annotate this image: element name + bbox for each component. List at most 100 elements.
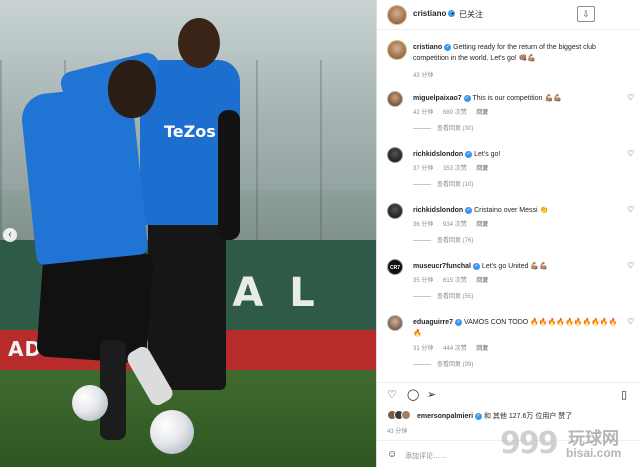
- avatar[interactable]: [387, 40, 407, 60]
- verified-badge-icon: ✓: [455, 318, 463, 326]
- view-replies-button[interactable]: 查看回复 (76): [413, 235, 473, 244]
- player-right-legs: [148, 220, 226, 390]
- verified-badge-icon: ✓: [465, 150, 473, 158]
- player-left-leg: [100, 340, 126, 440]
- comment-item: richkidslondon ✓ Let's go! 37 分钟 353 次赞 回…: [377, 147, 640, 203]
- comment-like-heart-icon[interactable]: ♡: [627, 317, 634, 326]
- view-replies-line: [413, 239, 431, 241]
- liker-username[interactable]: emersonpalmieri: [417, 413, 473, 420]
- site-watermark: 999 玩球网 bisai.com: [500, 422, 640, 467]
- comment-meta: 36 分钟 934 次赞 回复: [413, 219, 496, 228]
- likes-summary: emersonpalmieri ✓ 和 其他 127.6万 位用户 赞了: [387, 410, 637, 422]
- comment-meta: 37 分钟 353 次赞 回复: [413, 163, 496, 172]
- player-right-head: [178, 18, 220, 68]
- comment-item: miguelpaixao7 ✓ This is our competition 💪…: [377, 91, 640, 147]
- comment-like-heart-icon[interactable]: ♡: [627, 205, 634, 214]
- comment-input[interactable]: 添加评论……: [405, 451, 447, 461]
- reply-button[interactable]: 回复: [476, 346, 488, 352]
- following-status-button[interactable]: 已关注: [459, 9, 483, 20]
- comment-text: richkidslondon ✓ Let's go!: [413, 149, 621, 160]
- avatar[interactable]: [387, 5, 407, 25]
- view-replies-button[interactable]: 查看回复 (10): [413, 179, 473, 188]
- comment-meta: 42 分钟 680 次赞 回复: [413, 107, 496, 116]
- view-replies-button[interactable]: 查看回复 (55): [413, 291, 473, 300]
- post-header: cristiano ✓ • 已关注 ⇩: [377, 0, 640, 30]
- reply-button[interactable]: 回复: [476, 222, 488, 228]
- post-time: 43 分钟: [387, 429, 408, 435]
- comment-text: richkidslondon ✓ Cristaino over Messi 👏: [413, 205, 621, 216]
- caption-username[interactable]: cristiano: [413, 44, 442, 51]
- avatar[interactable]: [387, 147, 403, 163]
- comment-likes[interactable]: 934 次赞: [443, 222, 467, 228]
- verified-badge-icon: ✓: [465, 206, 473, 214]
- comment-like-heart-icon[interactable]: ♡: [627, 93, 634, 102]
- reply-button[interactable]: 回复: [476, 278, 488, 284]
- post-photo[interactable]: B A L ADIDAS.COM TeZos ‹: [0, 0, 376, 467]
- verified-badge-icon: ✓: [472, 262, 480, 270]
- like-heart-icon[interactable]: ♡: [387, 388, 397, 401]
- comment-bubble-icon[interactable]: ◯: [407, 388, 419, 401]
- comment-item: richkidslondon ✓ Cristaino over Messi 👏 3…: [377, 203, 640, 259]
- comment-time: 35 分钟: [413, 278, 434, 284]
- reply-button[interactable]: 回复: [476, 166, 488, 172]
- view-replies-line: [413, 183, 431, 185]
- comment-meta: 35 分钟 615 次赞 回复: [413, 275, 496, 284]
- comment-body: This is our competition 💪🏽💪🏽: [472, 95, 562, 102]
- likes-text[interactable]: emersonpalmieri ✓ 和 其他 127.6万 位用户 赞了: [417, 411, 572, 421]
- view-replies-line: [413, 127, 431, 129]
- caption-text: cristiano ✓ Getting ready for the return …: [413, 42, 627, 64]
- avatar[interactable]: CR7: [387, 259, 403, 275]
- comment-text: eduaguirre7 ✓ VAMOS CON TODO 🔥🔥🔥🔥🔥🔥🔥🔥🔥🔥🔥: [413, 317, 621, 339]
- watermark-number: 999: [500, 426, 559, 461]
- emoji-icon[interactable]: ☺: [387, 449, 397, 460]
- comment-username[interactable]: richkidslondon: [413, 207, 463, 214]
- player-left-head: [108, 60, 156, 118]
- comment-time: 36 分钟: [413, 222, 434, 228]
- post-side-panel: cristiano ✓ • 已关注 ⇩ cristiano ✓ Getting re…: [376, 0, 640, 467]
- comment-username[interactable]: miguelpaixao7: [413, 95, 462, 102]
- comment-text: miguelpaixao7 ✓ This is our competition 💪…: [413, 93, 621, 104]
- comment-like-heart-icon[interactable]: ♡: [627, 149, 634, 158]
- comment-body: Cristaino over Messi 👏: [474, 207, 549, 214]
- player-left-shorts: [36, 246, 154, 364]
- comment-username[interactable]: eduaguirre7: [413, 319, 453, 326]
- avatar: [401, 410, 411, 420]
- caption-time: 43 分钟: [413, 73, 434, 79]
- comment-likes[interactable]: 353 次赞: [443, 166, 467, 172]
- avatar[interactable]: [387, 91, 403, 107]
- divider: [377, 382, 640, 383]
- comment-username[interactable]: richkidslondon: [413, 151, 463, 158]
- view-replies-line: [413, 295, 431, 297]
- comment-like-heart-icon[interactable]: ♡: [627, 261, 634, 270]
- verified-badge-icon: ✓: [475, 412, 483, 420]
- comment-likes[interactable]: 444 次赞: [443, 346, 467, 352]
- avatar[interactable]: [387, 203, 403, 219]
- view-replies-button[interactable]: 查看回复 (30): [413, 123, 473, 132]
- share-paper-plane-icon[interactable]: ➢: [427, 388, 436, 401]
- separator-dot: •: [451, 9, 454, 18]
- jersey-sponsor: TeZos: [164, 122, 216, 141]
- football-icon: [150, 410, 194, 454]
- verified-badge-icon: ✓: [463, 94, 471, 102]
- verified-badge-icon: ✓: [444, 43, 452, 51]
- view-replies-button[interactable]: 查看回复 (39): [413, 359, 473, 368]
- comment-likes[interactable]: 615 次赞: [443, 278, 467, 284]
- header-username[interactable]: cristiano ✓: [413, 9, 456, 18]
- reply-button[interactable]: 回复: [476, 110, 488, 116]
- comment-likes[interactable]: 680 次赞: [443, 110, 467, 116]
- post-actions: ♡ ◯ ➢ ▯: [377, 388, 640, 404]
- view-replies-line: [413, 363, 431, 365]
- comment-time: 42 分钟: [413, 110, 434, 116]
- carousel-prev-button[interactable]: ‹: [3, 228, 17, 242]
- football-icon: [72, 385, 108, 421]
- comment-item: eduaguirre7 ✓ VAMOS CON TODO 🔥🔥🔥🔥🔥🔥🔥🔥🔥🔥🔥 …: [377, 315, 640, 377]
- comment-time: 37 分钟: [413, 166, 434, 172]
- likes-count-text[interactable]: 和 其他 127.6万 位用户 赞了: [482, 413, 572, 420]
- player-right-arm: [218, 110, 240, 240]
- comment-item: CR7 museucr7funchal ✓ Let's go United 💪🏽💪…: [377, 259, 640, 315]
- comment-body: Let's go United 💪🏽💪🏽: [481, 263, 548, 270]
- comment-username[interactable]: museucr7funchal: [413, 263, 471, 270]
- download-icon[interactable]: ⇩: [577, 6, 595, 22]
- save-bookmark-icon[interactable]: ▯: [621, 388, 627, 401]
- avatar[interactable]: [387, 315, 403, 331]
